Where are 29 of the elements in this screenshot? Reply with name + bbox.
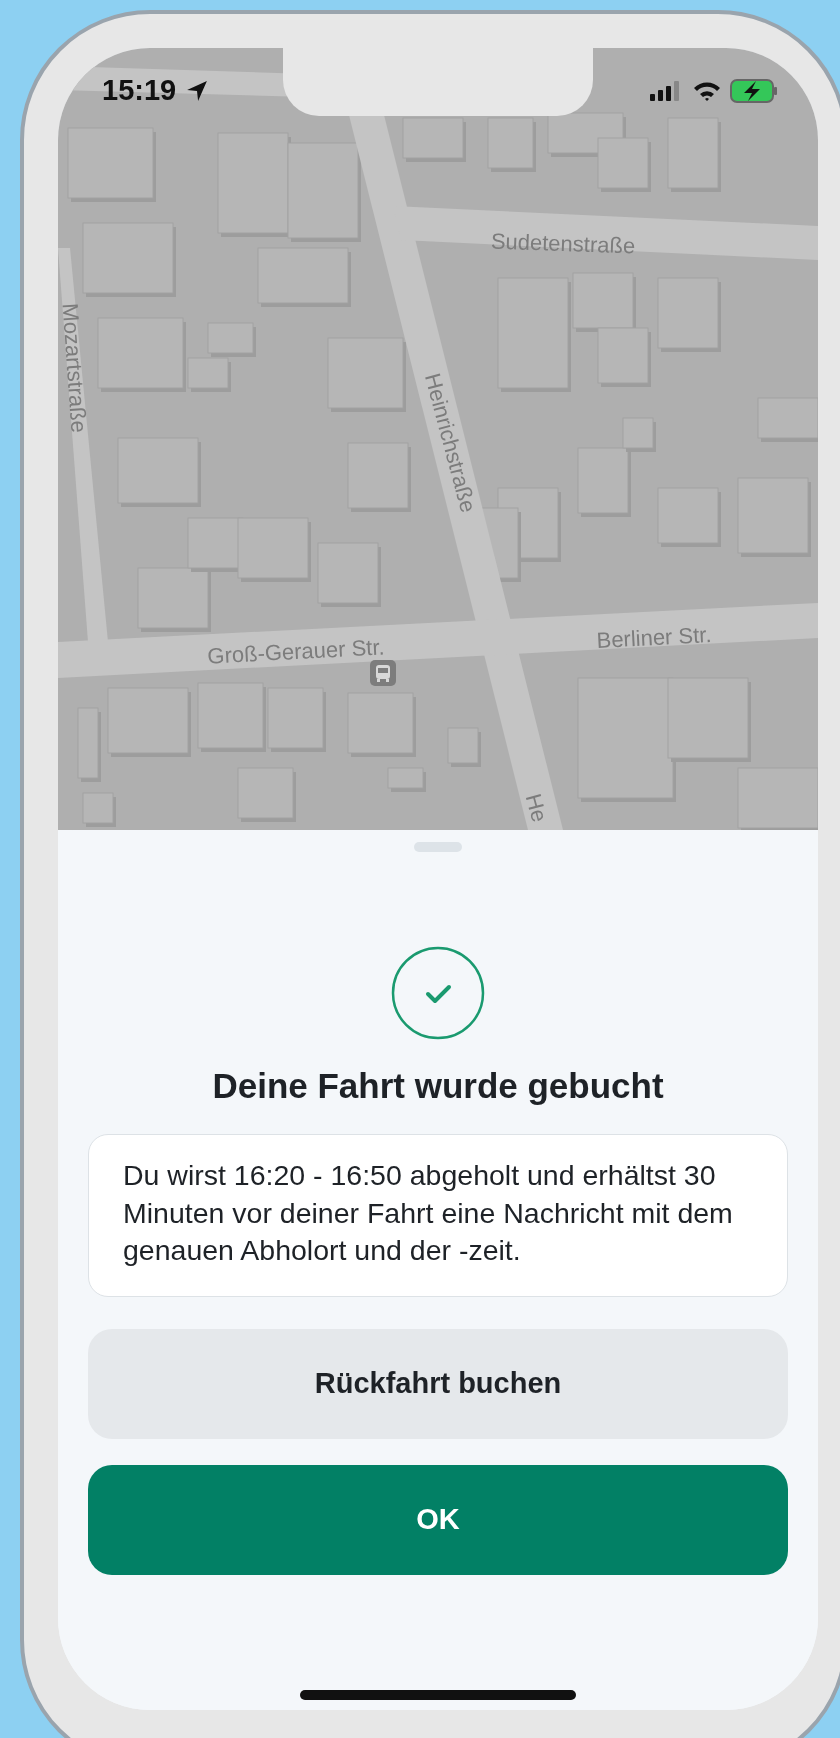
confirmation-title: Deine Fahrt wurde gebucht (212, 1066, 664, 1106)
building-shape (387, 767, 426, 792)
building-shape (347, 692, 416, 757)
bus-stop-icon (370, 660, 396, 686)
building-shape (197, 682, 266, 752)
return-trip-button[interactable]: Rückfahrt buchen (88, 1328, 788, 1439)
checkmark-circle-icon (391, 946, 485, 1040)
street-label: Sudetenstraße (490, 228, 636, 260)
location-arrow-icon (186, 79, 209, 102)
building-shape (597, 327, 651, 387)
building-shape (447, 727, 481, 767)
status-time: 15:19 (102, 74, 177, 107)
street-label: He (519, 791, 553, 825)
building-shape (267, 687, 326, 752)
building-shape (487, 117, 536, 172)
building-shape (402, 117, 466, 162)
booking-message: Du wirst 16:20 - 16:50 abgeholt und erhältst 30 Minuten vor deiner Fahrt eine Nachricht mit dem genauen Abholort und der -zeit. (123, 1158, 734, 1268)
battery-charging-icon (730, 78, 778, 103)
street-label: Berliner Str. (595, 622, 713, 654)
building-shape (207, 322, 256, 357)
wifi-icon (692, 79, 722, 102)
building-shape (347, 442, 411, 512)
building-shape (317, 542, 381, 607)
ok-button[interactable]: OK (88, 1464, 788, 1575)
building-shape (237, 767, 296, 822)
building-shape (82, 792, 116, 827)
building-shape (657, 487, 721, 547)
street-label: Mozartstraße (58, 302, 92, 434)
street-label: Groß-Gerauer Str. (206, 634, 386, 670)
